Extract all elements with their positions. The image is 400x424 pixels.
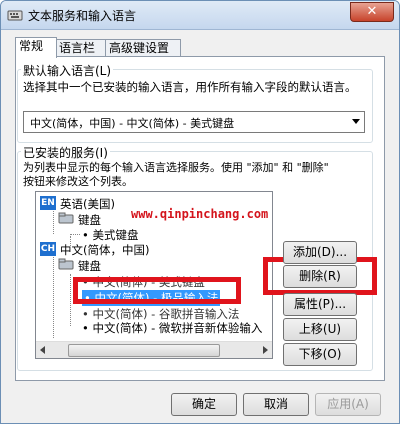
keyboard-icon [7,10,23,21]
move-up-button[interactable]: 上移(U) [283,318,357,341]
remove-button[interactable]: 删除(R) [283,265,357,288]
watermark: www.qinpinchang.com [131,207,269,221]
tree-node-chinese-keyboard[interactable]: 键盘 [78,258,101,274]
window-title: 文本服务和输入语言 [28,9,137,23]
cancel-button[interactable]: 取消 [243,393,309,416]
keyboard-folder-icon [58,258,74,270]
chevron-down-icon[interactable] [352,119,360,124]
highlight-box-selected-item [73,277,241,304]
dialog-window: 文本服务和输入语言 ✕ 常规 语言栏 高级键设置 默认输入语言(L) 选择其中一… [0,0,400,424]
tree-node-english-keyboard[interactable]: 键盘 [78,212,101,228]
horizontal-scrollbar[interactable] [36,341,272,358]
close-icon: ✕ [366,4,378,19]
properties-button[interactable]: 属性(P)... [283,293,357,316]
default-language-value: 中文(简体，中国) - 中文(简体) - 美式键盘 [30,117,235,130]
move-down-button[interactable]: 下移(O) [283,343,357,366]
tab-general[interactable]: 常规 [15,37,57,58]
tab-language-bar[interactable]: 语言栏 [55,39,107,57]
close-button[interactable]: ✕ [350,2,394,22]
default-language-select[interactable]: 中文(简体，中国) - 中文(简体) - 美式键盘 [23,111,365,133]
default-language-description: 选择其中一个已安装的输入语言，用作所有输入字段的默认语言。 [23,80,357,94]
tree-line [70,274,71,326]
tree-line [70,234,80,235]
tree-line [53,206,54,234]
installed-description-line2: 按钮来修改这个列表。 [23,175,133,188]
apply-button[interactable]: 应用(A) [315,393,381,416]
english-language-icon: EN [40,196,56,210]
bullet: • [82,228,93,242]
keyboard-folder-icon [58,212,74,224]
add-button[interactable]: 添加(D)... [283,241,357,264]
tree-line [53,252,54,338]
tree-node-us-keyboard[interactable]: • 美式键盘 [82,227,138,243]
tree-node-chinese[interactable]: 中文(简体，中国) [60,242,149,258]
tree-node-service-item[interactable]: • 中文(简体) - 微软拼音新体验输入 [82,320,262,336]
chinese-language-icon: CH [40,242,56,256]
scroll-right-icon[interactable] [263,346,268,354]
tree-node-english[interactable]: 英语(美国) [60,196,115,212]
scrollbar-thumb[interactable] [68,344,220,357]
default-language-label: 默认输入语言(L) [21,62,114,79]
ok-button[interactable]: 确定 [171,393,237,416]
scroll-left-icon[interactable] [40,346,45,354]
tab-advanced-keys[interactable]: 高级键设置 [105,39,181,57]
title-bar[interactable]: 文本服务和输入语言 ✕ [1,1,399,30]
